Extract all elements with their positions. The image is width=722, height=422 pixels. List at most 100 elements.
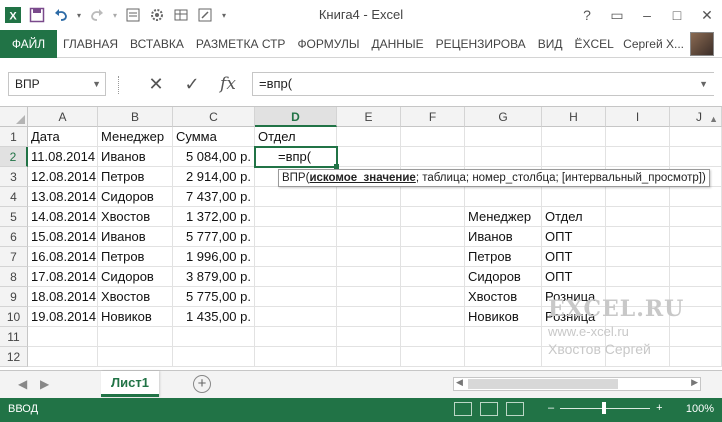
tab-page-layout[interactable]: РАЗМЕТКА СТР bbox=[190, 30, 292, 58]
table-icon[interactable] bbox=[170, 4, 192, 26]
cell-g6[interactable]: Иванов bbox=[465, 227, 542, 247]
page-layout-view-icon[interactable] bbox=[480, 402, 498, 416]
grid-cell[interactable] bbox=[173, 327, 255, 347]
grid-cell[interactable] bbox=[337, 247, 401, 267]
grid-cell[interactable] bbox=[255, 247, 337, 267]
grid-cell[interactable] bbox=[670, 247, 722, 267]
grid-cell[interactable] bbox=[606, 327, 670, 347]
cell-c1[interactable]: Сумма bbox=[173, 127, 255, 147]
row-header-5[interactable]: 5 bbox=[0, 207, 28, 227]
zoom-level[interactable]: 100% bbox=[686, 403, 714, 415]
column-header-i[interactable]: I bbox=[606, 107, 670, 127]
user-name[interactable]: Сергей Х... bbox=[623, 30, 684, 58]
settings-icon[interactable] bbox=[146, 4, 168, 26]
scroll-right-icon[interactable]: ▶ bbox=[691, 377, 698, 388]
grid-cell[interactable] bbox=[337, 127, 401, 147]
grid-cell[interactable] bbox=[401, 267, 465, 287]
cell-c2[interactable]: 5 084,00 р. bbox=[173, 147, 255, 167]
grid-cell[interactable] bbox=[401, 187, 465, 207]
zoom-track[interactable] bbox=[560, 401, 651, 414]
cell-h10[interactable]: Розница bbox=[542, 307, 606, 327]
grid-cell[interactable] bbox=[465, 347, 542, 367]
ribbon-display-button[interactable]: ▭ bbox=[602, 0, 632, 30]
grid-cell[interactable] bbox=[542, 327, 606, 347]
cell-b9[interactable]: Хвостов bbox=[98, 287, 173, 307]
grid-cell[interactable] bbox=[255, 307, 337, 327]
grid-cell[interactable] bbox=[670, 287, 722, 307]
grid-cell[interactable] bbox=[337, 227, 401, 247]
grid-cell[interactable] bbox=[606, 207, 670, 227]
cell-g5[interactable]: Менеджер bbox=[465, 207, 542, 227]
cell-a9[interactable]: 18.08.2014 bbox=[28, 287, 98, 307]
grid-cell[interactable] bbox=[28, 347, 98, 367]
grid-cell[interactable] bbox=[98, 327, 173, 347]
grid-cell[interactable] bbox=[542, 147, 606, 167]
cell-a6[interactable]: 15.08.2014 bbox=[28, 227, 98, 247]
insert-function-icon[interactable]: fx bbox=[210, 72, 246, 96]
grid-cell[interactable] bbox=[606, 267, 670, 287]
next-sheet-icon[interactable]: ▶ bbox=[40, 377, 49, 391]
grid-cell[interactable] bbox=[337, 187, 401, 207]
close-button[interactable]: ✕ bbox=[692, 0, 722, 30]
grid-cell[interactable] bbox=[670, 127, 722, 147]
form-icon[interactable] bbox=[122, 4, 144, 26]
page-break-view-icon[interactable] bbox=[506, 402, 524, 416]
grid-cell[interactable] bbox=[98, 347, 173, 367]
grid-cell[interactable] bbox=[606, 287, 670, 307]
avatar[interactable] bbox=[690, 32, 714, 56]
grid-cell[interactable] bbox=[465, 327, 542, 347]
grid-cell[interactable] bbox=[606, 127, 670, 147]
grid-cell[interactable] bbox=[670, 227, 722, 247]
tab-review[interactable]: РЕЦЕНЗИРОВА bbox=[430, 30, 532, 58]
formula-input[interactable]: =впр( ▼ bbox=[252, 72, 714, 96]
column-header-d[interactable]: D bbox=[255, 107, 337, 127]
grid-cell[interactable] bbox=[465, 147, 542, 167]
add-sheet-icon[interactable]: + bbox=[193, 375, 211, 393]
cell-c5[interactable]: 1 372,00 р. bbox=[173, 207, 255, 227]
redo-dropdown-icon[interactable]: ▾ bbox=[110, 4, 120, 26]
horizontal-scroll-thumb[interactable] bbox=[468, 379, 618, 389]
column-header-h[interactable]: H bbox=[542, 107, 606, 127]
redo-icon[interactable] bbox=[86, 4, 108, 26]
cell-b5[interactable]: Хвостов bbox=[98, 207, 173, 227]
cell-g10[interactable]: Новиков bbox=[465, 307, 542, 327]
cell-g9[interactable]: Хвостов bbox=[465, 287, 542, 307]
grid-cell[interactable] bbox=[337, 207, 401, 227]
name-box[interactable]: ВПР ▼ bbox=[8, 72, 106, 96]
grid-cell[interactable] bbox=[337, 327, 401, 347]
select-all-button[interactable] bbox=[0, 107, 28, 127]
column-header-f[interactable]: F bbox=[401, 107, 465, 127]
cell-d1[interactable]: Отдел bbox=[255, 127, 337, 147]
grid-cell[interactable] bbox=[173, 347, 255, 367]
column-header-b[interactable]: B bbox=[98, 107, 173, 127]
row-header-10[interactable]: 10 bbox=[0, 307, 28, 327]
row-header-1[interactable]: 1 bbox=[0, 127, 28, 147]
grid-cell[interactable] bbox=[401, 127, 465, 147]
cell-b1[interactable]: Менеджер bbox=[98, 127, 173, 147]
grid-cell[interactable] bbox=[670, 327, 722, 347]
worksheet-grid[interactable]: A B C D E F G H I J ▲ 1 2 3 4 5 6 7 8 9 … bbox=[0, 106, 722, 370]
grid-cell[interactable] bbox=[465, 127, 542, 147]
grid-cell[interactable] bbox=[542, 127, 606, 147]
tab-home[interactable]: ГЛАВНАЯ bbox=[57, 30, 124, 58]
row-header-11[interactable]: 11 bbox=[0, 327, 28, 347]
chevron-up-icon[interactable]: ▲ bbox=[709, 109, 718, 129]
cell-b6[interactable]: Иванов bbox=[98, 227, 173, 247]
cell-a5[interactable]: 14.08.2014 bbox=[28, 207, 98, 227]
cell-c9[interactable]: 5 775,00 р. bbox=[173, 287, 255, 307]
grid-cell[interactable] bbox=[255, 207, 337, 227]
grid-cell[interactable] bbox=[465, 187, 542, 207]
grid-cell[interactable] bbox=[401, 347, 465, 367]
grid-cell[interactable] bbox=[401, 247, 465, 267]
cell-a1[interactable]: Дата bbox=[28, 127, 98, 147]
cell-h9[interactable]: Розница bbox=[542, 287, 606, 307]
column-header-j[interactable]: J ▲ bbox=[670, 107, 722, 127]
grid-cell[interactable] bbox=[670, 347, 722, 367]
maximize-button[interactable]: □ bbox=[662, 0, 692, 30]
grid-cell[interactable] bbox=[670, 307, 722, 327]
row-header-12[interactable]: 12 bbox=[0, 347, 28, 367]
grid-cell[interactable] bbox=[337, 267, 401, 287]
grid-cell[interactable] bbox=[255, 227, 337, 247]
cell-g8[interactable]: Сидоров bbox=[465, 267, 542, 287]
tab-view[interactable]: ВИД bbox=[532, 30, 569, 58]
